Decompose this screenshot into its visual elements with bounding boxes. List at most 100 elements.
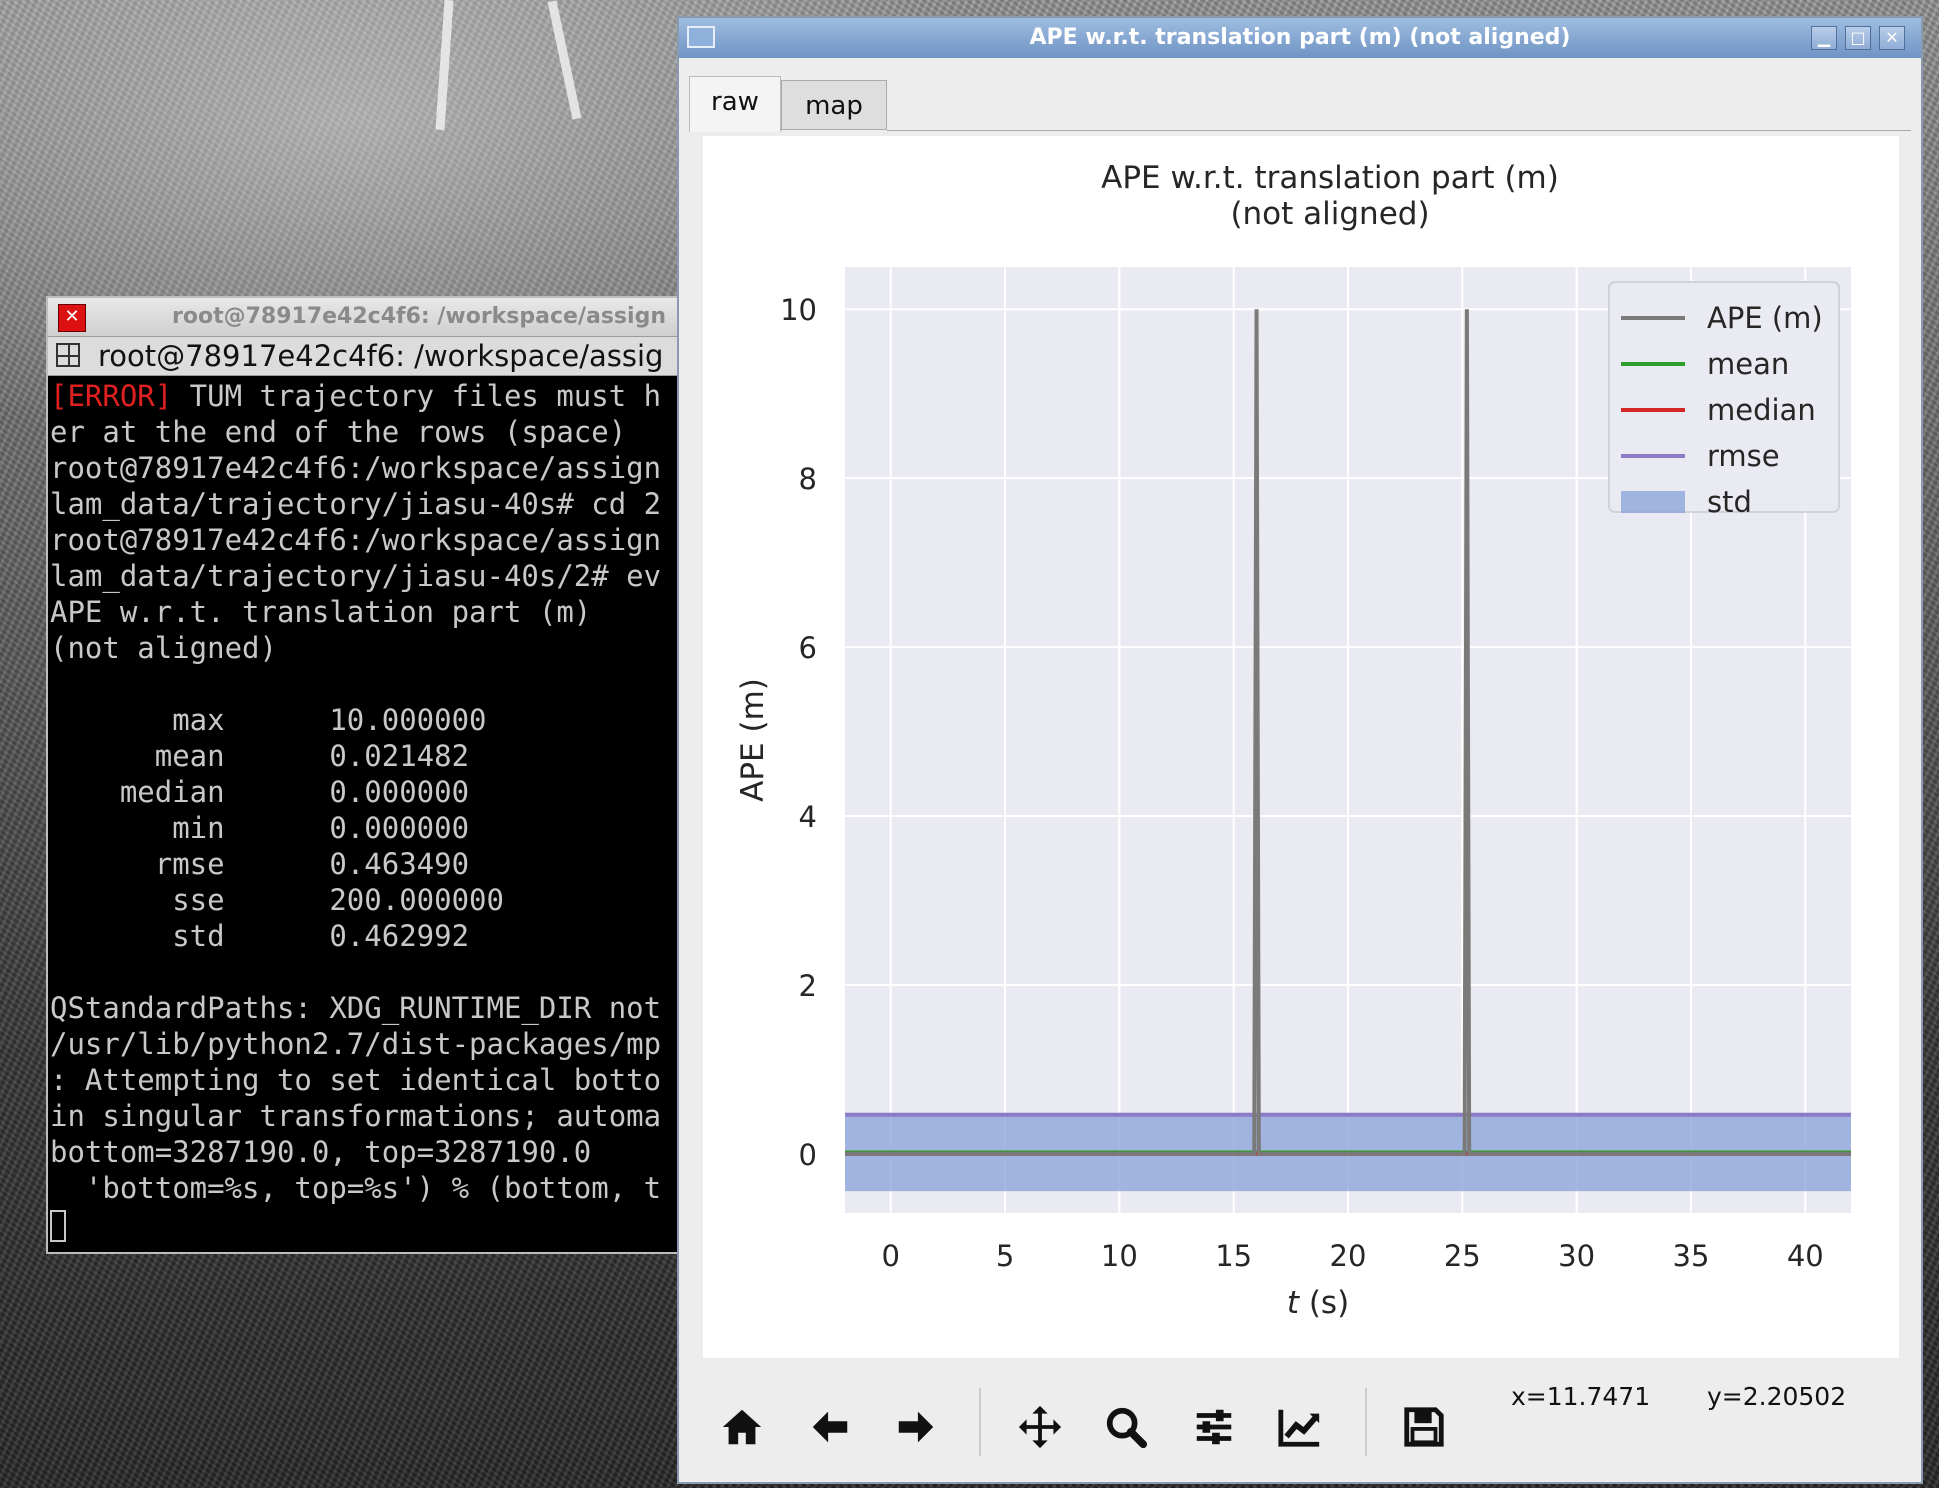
edit-axis-icon[interactable] — [1273, 1400, 1327, 1454]
x-tick-label: 5 — [996, 1239, 1014, 1273]
y-tick-label: 2 — [799, 969, 817, 1003]
chart-title-line2: (not aligned) — [1230, 196, 1429, 232]
terminal-line-text: lam_data/trajectory/jiasu-40s# cd 2 — [50, 487, 662, 521]
toolbar-separator — [1365, 1388, 1367, 1456]
terminal-line-text: root@78917e42c4f6:/workspace/assign — [50, 451, 662, 485]
terminal-line: median 0.000000 — [50, 774, 688, 810]
x-tick-label: 20 — [1330, 1239, 1367, 1273]
window-menu-icon[interactable] — [687, 26, 715, 48]
y-tick-label: 6 — [799, 631, 817, 665]
x-tick-label: 40 — [1787, 1239, 1824, 1273]
legend-label: rmse — [1707, 439, 1780, 473]
terminal-line-text: min 0.000000 — [50, 811, 470, 845]
save-icon[interactable] — [1397, 1400, 1451, 1454]
back-arrow-icon[interactable] — [803, 1400, 857, 1454]
legend-label: std — [1707, 485, 1752, 519]
terminal-line-text: std 0.462992 — [50, 919, 470, 953]
terminal-line: max 10.000000 — [50, 702, 688, 738]
terminal-line: mean 0.021482 — [50, 738, 688, 774]
terminal-line-text: er at the end of the rows (space) — [50, 415, 627, 449]
terminal-line: std 0.462992 — [50, 918, 688, 954]
terminal-line: bottom=3287190.0, top=3287190.0 — [50, 1134, 688, 1170]
tab-raw-label: raw — [711, 87, 759, 117]
terminal-tab-icon — [56, 343, 80, 367]
terminal-line-text — [50, 667, 67, 701]
plot-window-titlebar[interactable]: APE w.r.t. translation part (m) (not ali… — [679, 18, 1921, 58]
close-icon[interactable]: ✕ — [1879, 26, 1905, 50]
terminal-line: QStandardPaths: XDG_RUNTIME_DIR not — [50, 990, 688, 1026]
terminal-line-text: median 0.000000 — [50, 775, 470, 809]
terminal-tab-label: root@78917e42c4f6: /workspace/assig — [98, 339, 664, 373]
lane-marking — [547, 0, 582, 120]
pan-icon[interactable] — [1013, 1400, 1067, 1454]
terminal-line-text: APE w.r.t. translation part (m) — [50, 595, 592, 629]
cursor-x-readout: x=11.7471 — [1511, 1382, 1651, 1411]
zoom-icon[interactable] — [1099, 1400, 1153, 1454]
terminal-line-text: sse 200.000000 — [50, 883, 504, 917]
x-tick-label: 35 — [1673, 1239, 1710, 1273]
legend-swatch-std — [1621, 491, 1685, 513]
plot-window[interactable]: APE w.r.t. translation part (m) (not ali… — [677, 16, 1923, 1484]
terminal-line: sse 200.000000 — [50, 882, 688, 918]
x-tick-label: 15 — [1215, 1239, 1252, 1273]
terminal-prompt-line[interactable] — [50, 1206, 688, 1242]
terminal-line-text: TUM trajectory files must h — [172, 379, 662, 413]
toolbar-separator — [979, 1388, 981, 1456]
x-axis-label: t (s) — [1287, 1285, 1349, 1321]
plot-window-title: APE w.r.t. translation part (m) (not ali… — [1029, 25, 1571, 50]
terminal-line: root@78917e42c4f6:/workspace/assign — [50, 450, 688, 486]
terminal-line: : Attempting to set identical botto — [50, 1062, 688, 1098]
lane-marking — [435, 0, 454, 131]
tab-divider — [887, 130, 1911, 131]
terminal-line: APE w.r.t. translation part (m) — [50, 594, 688, 630]
terminal-line: 'bottom=%s, top=%s') % (bottom, t — [50, 1170, 688, 1206]
y-tick-label: 8 — [799, 462, 817, 496]
terminal-line: min 0.000000 — [50, 810, 688, 846]
y-tick-label: 0 — [799, 1138, 817, 1172]
configure-subplots-icon[interactable] — [1187, 1400, 1241, 1454]
figure-canvas[interactable]: APE w.r.t. translation part (m) (not alig… — [703, 136, 1899, 1358]
terminal-line: root@78917e42c4f6:/workspace/assign — [50, 522, 688, 558]
navigation-toolbar: x=11.7471 y=2.20502 — [679, 1358, 1921, 1480]
x-tick-label: 10 — [1101, 1239, 1138, 1273]
x-tick-label: 25 — [1444, 1239, 1481, 1273]
terminal-line-text: bottom=3287190.0, top=3287190.0 — [50, 1135, 592, 1169]
terminal-tab[interactable]: root@78917e42c4f6: /workspace/assig — [48, 337, 688, 376]
terminal-line-text — [50, 955, 67, 989]
terminal-line: (not aligned) — [50, 630, 688, 666]
legend-label: median — [1707, 393, 1816, 427]
legend-label: APE (m) — [1707, 301, 1823, 335]
terminal-window[interactable]: ✕ root@78917e42c4f6: /workspace/assign r… — [46, 296, 690, 1254]
tab-raw[interactable]: raw — [689, 76, 781, 132]
terminal-line: er at the end of the rows (space) — [50, 414, 688, 450]
tab-map-label: map — [805, 91, 863, 121]
forward-arrow-icon[interactable] — [889, 1400, 943, 1454]
terminal-line-text: : Attempting to set identical botto — [50, 1063, 662, 1097]
terminal-line-text: rmse 0.463490 — [50, 847, 470, 881]
terminal-line-text: mean 0.021482 — [50, 739, 470, 773]
terminal-line-text: max 10.000000 — [50, 703, 487, 737]
terminal-line-text: QStandardPaths: XDG_RUNTIME_DIR not — [50, 991, 662, 1025]
terminal-line — [50, 666, 688, 702]
terminal-line-text: (not aligned) — [50, 631, 277, 665]
terminal-line-text: in singular transformations; automa — [50, 1099, 662, 1133]
terminal-line: in singular transformations; automa — [50, 1098, 688, 1134]
close-icon[interactable]: ✕ — [58, 304, 86, 332]
terminal-line-text: 'bottom=%s, top=%s') % (bottom, t — [50, 1171, 662, 1205]
terminal-titlebar[interactable]: ✕ root@78917e42c4f6: /workspace/assign — [48, 298, 688, 337]
minimize-icon[interactable]: ▁ — [1811, 26, 1837, 50]
ape-plot[interactable]: APE w.r.t. translation part (m)(not alig… — [703, 136, 1899, 1358]
cursor-y-readout: y=2.20502 — [1707, 1382, 1847, 1411]
terminal-line: lam_data/trajectory/jiasu-40s/2# ev — [50, 558, 688, 594]
terminal-output[interactable]: [ERROR] TUM trajectory files must h er at… — [50, 378, 688, 1252]
terminal-line: [ERROR] TUM trajectory files must h — [50, 378, 688, 414]
terminal-line-text: lam_data/trajectory/jiasu-40s/2# ev — [50, 559, 662, 593]
home-icon[interactable] — [715, 1400, 769, 1454]
tab-map[interactable]: map — [781, 80, 887, 130]
terminal-line — [50, 954, 688, 990]
y-axis-label: APE (m) — [735, 678, 771, 802]
maximize-icon[interactable]: □ — [1845, 26, 1871, 50]
terminal-line: rmse 0.463490 — [50, 846, 688, 882]
terminal-line-text: root@78917e42c4f6:/workspace/assign — [50, 523, 662, 557]
terminal-line: /usr/lib/python2.7/dist-packages/mp — [50, 1026, 688, 1062]
